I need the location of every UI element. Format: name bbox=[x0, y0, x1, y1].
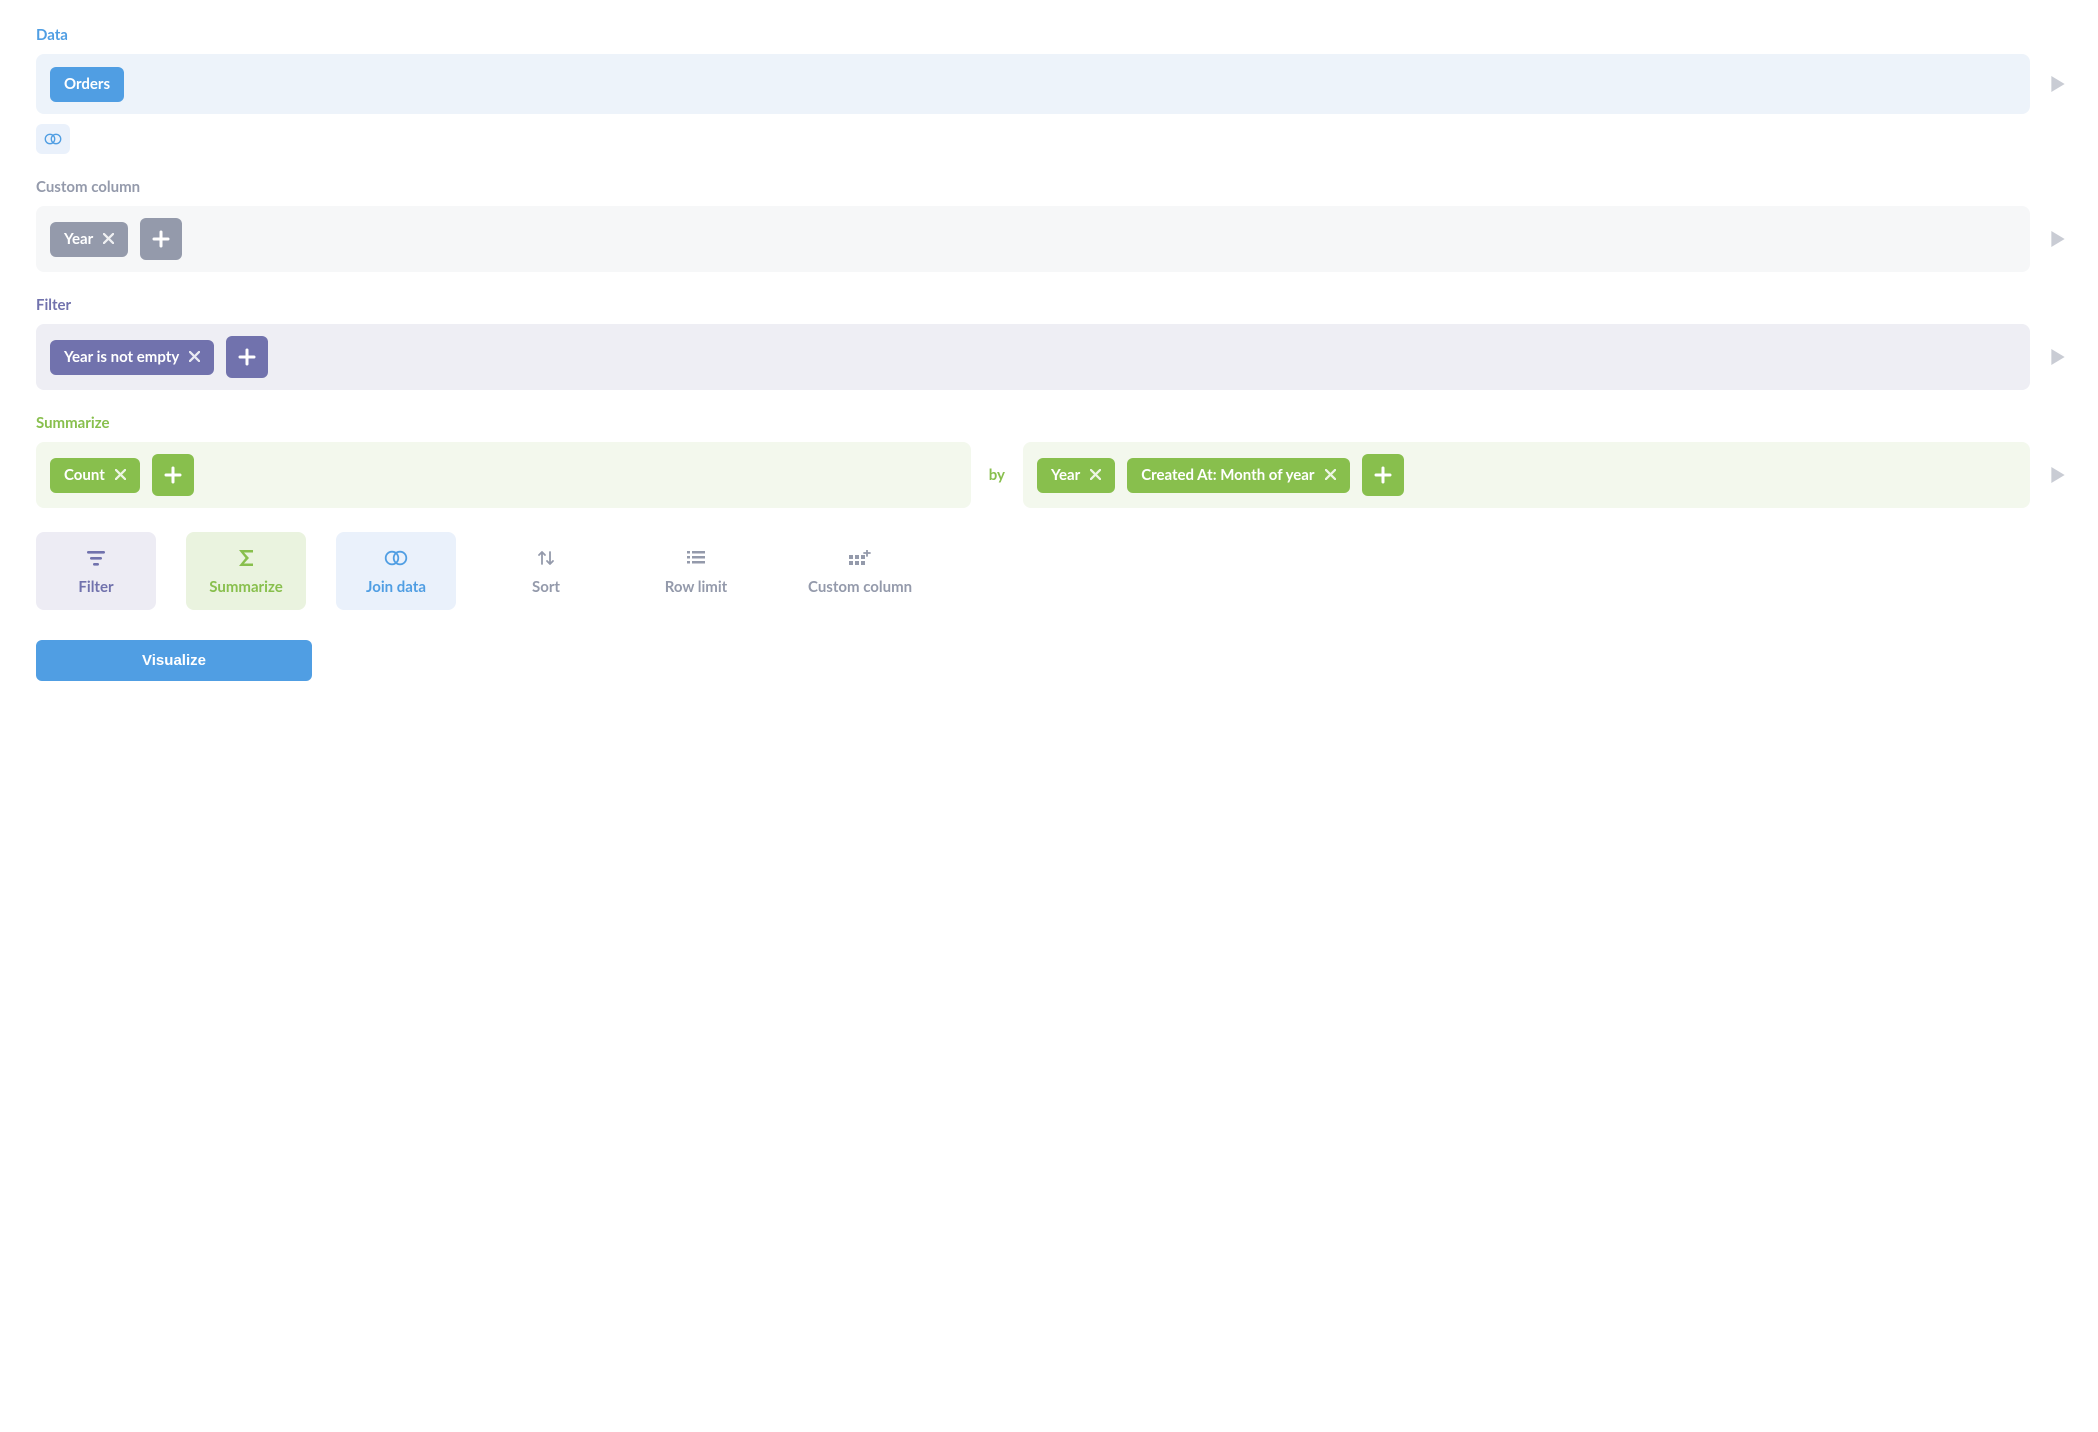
data-well[interactable]: Orders bbox=[36, 54, 2030, 114]
grid-plus-icon bbox=[849, 548, 871, 568]
join-data-pill[interactable] bbox=[36, 124, 70, 154]
remove-chip-icon[interactable] bbox=[189, 350, 200, 364]
chip-label: Year is not empty bbox=[64, 350, 179, 365]
chip-label: Year bbox=[64, 232, 93, 247]
filter-chip-year-not-empty[interactable]: Year is not empty bbox=[50, 340, 214, 375]
tile-label: Row limit bbox=[665, 578, 728, 596]
custom-column-well[interactable]: Year bbox=[36, 206, 2030, 272]
preview-data-button[interactable] bbox=[2048, 76, 2068, 92]
chip-label: Year bbox=[1051, 468, 1080, 483]
sigma-icon bbox=[236, 548, 256, 568]
custom-column-section: Custom column Year bbox=[36, 178, 2068, 272]
sort-action-tile[interactable]: Sort bbox=[486, 532, 606, 610]
data-section-label: Data bbox=[36, 26, 2068, 44]
breakout-chip-created-at-month[interactable]: Created At: Month of year bbox=[1127, 458, 1349, 493]
remove-chip-icon[interactable] bbox=[115, 468, 126, 482]
add-filter-button[interactable] bbox=[226, 336, 268, 378]
chip-label: Orders bbox=[64, 77, 110, 92]
summarize-section-label: Summarize bbox=[36, 414, 2068, 432]
row-limit-action-tile[interactable]: Row limit bbox=[636, 532, 756, 610]
preview-filter-button[interactable] bbox=[2048, 349, 2068, 365]
action-tiles-row: Filter Summarize Join data bbox=[36, 532, 2068, 610]
summarize-action-tile[interactable]: Summarize bbox=[186, 532, 306, 610]
venn-icon bbox=[384, 548, 408, 568]
preview-summarize-button[interactable] bbox=[2048, 467, 2068, 483]
custom-column-section-label: Custom column bbox=[36, 178, 2068, 196]
join-action-tile[interactable]: Join data bbox=[336, 532, 456, 610]
filter-section: Filter Year is not empty bbox=[36, 296, 2068, 390]
chip-label: Count bbox=[64, 468, 105, 483]
data-section: Data Orders bbox=[36, 26, 2068, 154]
tile-label: Join data bbox=[366, 578, 426, 596]
remove-chip-icon[interactable] bbox=[103, 232, 114, 246]
custom-column-action-tile[interactable]: Custom column bbox=[786, 532, 934, 610]
preview-custom-column-button[interactable] bbox=[2048, 231, 2068, 247]
summarize-section: Summarize Count by Year bbox=[36, 414, 2068, 508]
chip-label: Created At: Month of year bbox=[1141, 468, 1314, 483]
remove-chip-icon[interactable] bbox=[1090, 468, 1101, 482]
tile-label: Filter bbox=[78, 578, 113, 596]
visualize-label: Visualize bbox=[142, 652, 206, 669]
tile-label: Custom column bbox=[808, 578, 912, 596]
filter-action-tile[interactable]: Filter bbox=[36, 532, 156, 610]
tile-label: Summarize bbox=[209, 578, 282, 596]
filter-section-label: Filter bbox=[36, 296, 2068, 314]
custom-column-chip-year[interactable]: Year bbox=[50, 222, 128, 257]
breakout-well[interactable]: Year Created At: Month of year bbox=[1023, 442, 2030, 508]
visualize-button[interactable]: Visualize bbox=[36, 640, 312, 681]
remove-chip-icon[interactable] bbox=[1325, 468, 1336, 482]
sort-icon bbox=[537, 548, 555, 568]
aggregation-chip-count[interactable]: Count bbox=[50, 458, 140, 493]
data-chip-orders[interactable]: Orders bbox=[50, 67, 124, 102]
add-custom-column-button[interactable] bbox=[140, 218, 182, 260]
venn-icon bbox=[44, 132, 62, 146]
list-icon bbox=[687, 548, 705, 568]
filter-icon bbox=[87, 548, 105, 568]
by-label: by bbox=[989, 466, 1005, 484]
breakout-chip-year[interactable]: Year bbox=[1037, 458, 1115, 493]
filter-well[interactable]: Year is not empty bbox=[36, 324, 2030, 390]
add-breakout-button[interactable] bbox=[1362, 454, 1404, 496]
tile-label: Sort bbox=[532, 578, 560, 596]
aggregation-well[interactable]: Count bbox=[36, 442, 971, 508]
add-aggregation-button[interactable] bbox=[152, 454, 194, 496]
